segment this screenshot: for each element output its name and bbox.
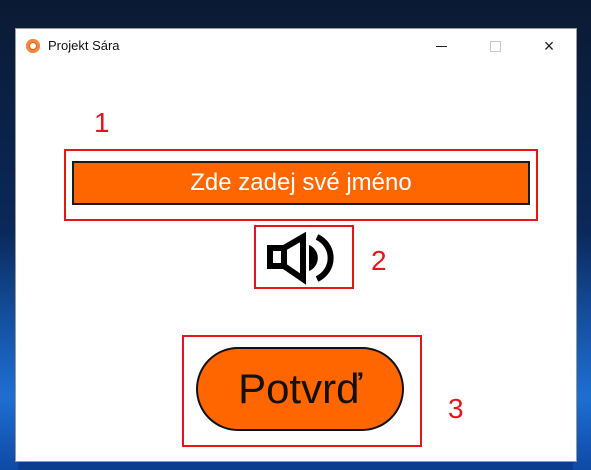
maximize-button[interactable] (472, 29, 518, 63)
confirm-button[interactable]: Potvrď (196, 347, 404, 431)
app-icon (26, 39, 40, 53)
minimize-button[interactable] (418, 29, 464, 63)
app-window: Projekt Sára × 1 2 3 Potvrď (15, 28, 577, 462)
annotation-number-1: 1 (94, 107, 110, 138)
speaker-button[interactable] (261, 231, 347, 285)
name-input[interactable] (72, 161, 530, 205)
minimize-icon (435, 45, 447, 47)
annotation-number-3: 3 (448, 393, 464, 424)
close-icon: × (543, 35, 555, 56)
confirm-button-label: Potvrď (238, 365, 362, 412)
title-bar[interactable]: Projekt Sára × (16, 29, 576, 63)
window-title: Projekt Sára (48, 38, 120, 53)
maximize-icon (489, 40, 501, 52)
speaker-icon (267, 231, 334, 285)
annotation-number-2: 2 (371, 245, 387, 276)
close-button[interactable]: × (526, 29, 572, 63)
